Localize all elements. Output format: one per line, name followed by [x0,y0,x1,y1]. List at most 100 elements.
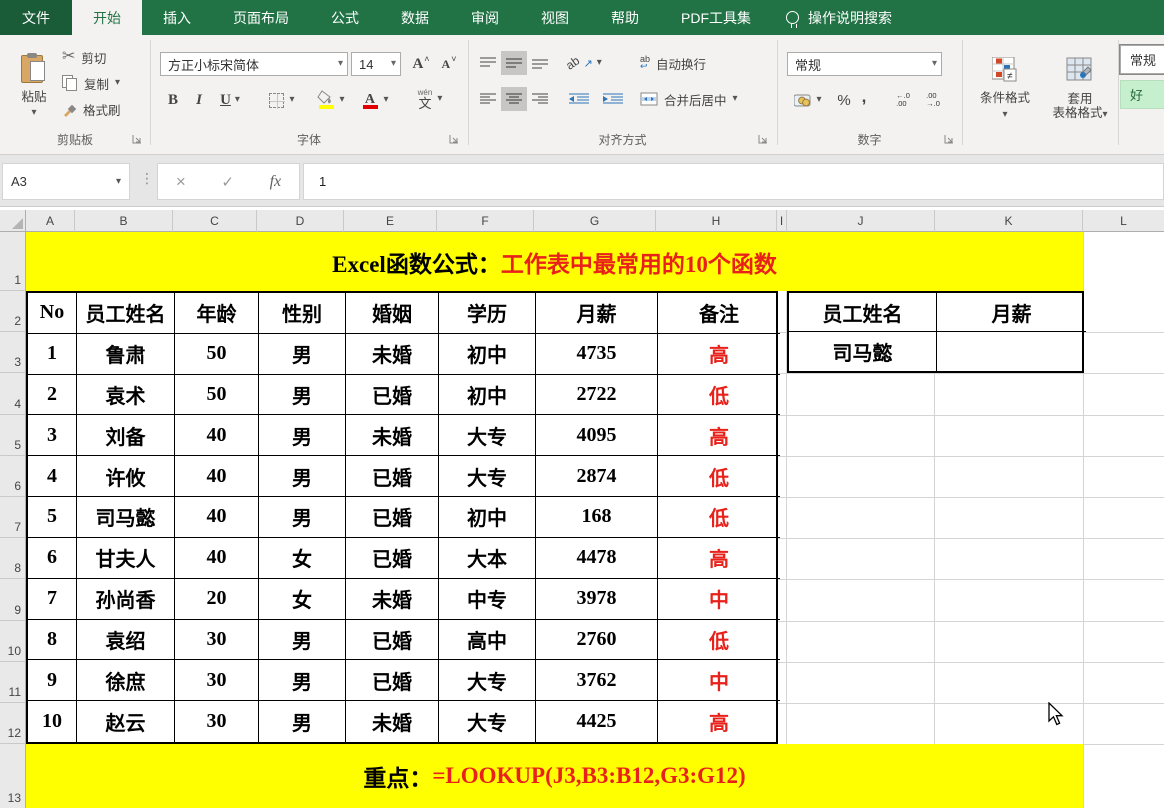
cell[interactable]: 女 [259,538,346,579]
tell-me-search[interactable]: 操作说明搜索 [786,0,892,35]
cell[interactable]: 男 [259,497,346,538]
cell[interactable]: 司马懿 [77,497,175,538]
cell[interactable]: 2 [28,375,77,416]
cell[interactable]: 大本 [439,538,536,579]
accounting-format-button[interactable]: ▾ [789,88,827,112]
copy-button[interactable]: 复制 ▾ [62,73,146,93]
align-bottom-button[interactable] [527,51,553,75]
cell[interactable]: 男 [259,415,346,456]
insert-function-icon[interactable]: fx [270,173,282,191]
cell[interactable]: 高 [658,334,780,375]
row-header-11[interactable]: 11 [0,662,26,703]
header-cell[interactable]: 学历 [439,293,536,334]
cell[interactable]: 高中 [439,620,536,661]
lookup-table[interactable]: 员工姓名 月薪 司马懿 [787,291,1084,373]
row-header-6[interactable]: 6 [0,456,26,497]
decrease-indent-button[interactable] [564,87,594,111]
tab-home[interactable]: 开始 [72,0,142,35]
cell[interactable]: 大专 [439,456,536,497]
font-color-button[interactable]: A ▾ [356,88,394,112]
cell[interactable]: 5 [28,497,77,538]
row-header-5[interactable]: 5 [0,415,26,456]
enter-icon[interactable]: ✓ [221,173,234,191]
header-cell[interactable]: 员工姓名 [77,293,175,334]
col-header-H[interactable]: H [656,210,777,232]
col-header-D[interactable]: D [257,210,344,232]
cell[interactable]: 50 [175,334,259,375]
row-header-13[interactable]: 13 [0,744,26,808]
cell[interactable]: 40 [175,456,259,497]
cell[interactable]: 20 [175,579,259,620]
cut-button[interactable]: ✂ 剪切 [62,47,140,67]
cell[interactable]: 鲁肃 [77,334,175,375]
col-header-L[interactable]: L [1083,210,1164,232]
alignment-dialog-launcher-icon[interactable] [758,134,770,146]
cell[interactable]: 9 [28,660,77,701]
cell-style-good[interactable]: 好 [1120,80,1164,109]
cell[interactable]: 已婚 [346,375,439,416]
font-dialog-launcher-icon[interactable] [449,134,461,146]
cell[interactable]: 中 [658,579,780,620]
number-format-combo[interactable]: 常规 ▾ [787,52,942,76]
cell[interactable]: 大专 [439,660,536,701]
increase-indent-button[interactable] [598,87,628,111]
cell[interactable]: 2760 [536,620,658,661]
cell[interactable]: 许攸 [77,456,175,497]
cell[interactable]: 4478 [536,538,658,579]
cell[interactable]: 30 [175,620,259,661]
cell-style-normal[interactable]: 常规 [1120,45,1164,74]
grow-font-button[interactable]: A˄ [408,52,434,76]
cell[interactable]: 未婚 [346,334,439,375]
comma-style-button[interactable]: , [855,85,873,109]
clipboard-dialog-launcher-icon[interactable] [132,134,144,146]
cell[interactable]: 初中 [439,334,536,375]
align-center-button[interactable] [501,87,527,111]
number-dialog-launcher-icon[interactable] [944,134,956,146]
cell[interactable]: 低 [658,497,780,538]
wrap-text-button[interactable]: ab↩ 自动换行 [640,51,750,75]
header-cell[interactable]: No [28,293,77,334]
merge-center-button[interactable]: 合并后居中 ▾ [640,87,772,111]
cell[interactable]: 3978 [536,579,658,620]
row-header-10[interactable]: 10 [0,621,26,662]
cell[interactable]: 8 [28,620,77,661]
cell[interactable]: 男 [259,456,346,497]
col-header-C[interactable]: C [173,210,257,232]
cell[interactable]: 大专 [439,701,536,742]
name-box[interactable]: A3 ▾ [2,163,130,200]
orientation-button[interactable]: ab ↗ ▾ [564,51,604,75]
cell[interactable]: 6 [28,538,77,579]
row-header-1[interactable]: 1 [0,232,26,291]
cell[interactable]: 大专 [439,415,536,456]
formula-banner[interactable]: 重点：=LOOKUP(J3,B3:B12,G3:G12) [26,744,1083,808]
phonetic-guide-button[interactable]: wén 文 ▾ [408,85,452,113]
tab-insert[interactable]: 插入 [142,0,212,35]
cell[interactable]: 未婚 [346,415,439,456]
cell[interactable]: 甘夫人 [77,538,175,579]
format-as-table-button[interactable]: 套用表格格式▾ [1044,43,1116,133]
underline-button[interactable]: U▾ [212,88,248,112]
tab-page-layout[interactable]: 页面布局 [212,0,310,35]
cell[interactable]: 已婚 [346,456,439,497]
cell[interactable]: 高 [658,538,780,579]
tab-file[interactable]: 文件 [0,0,72,35]
tab-view[interactable]: 视图 [520,0,590,35]
cell[interactable]: 7 [28,579,77,620]
format-painter-button[interactable]: 格式刷 [62,99,146,119]
cell[interactable]: 40 [175,497,259,538]
cell[interactable]: 4 [28,456,77,497]
lookup-result-cell[interactable] [937,332,1086,371]
cancel-icon[interactable]: × [176,172,186,192]
row-header-12[interactable]: 12 [0,703,26,744]
italic-button[interactable]: I [188,88,210,112]
lookup-header-cell[interactable]: 月薪 [937,293,1086,332]
cell[interactable]: 徐庶 [77,660,175,701]
lookup-name-cell[interactable]: 司马懿 [789,332,937,371]
col-header-I[interactable]: I [777,210,787,232]
cell[interactable]: 男 [259,620,346,661]
cell[interactable]: 未婚 [346,579,439,620]
decrease-decimal-button[interactable]: .00 →.0 [919,88,947,112]
row-header-9[interactable]: 9 [0,579,26,621]
cell[interactable]: 已婚 [346,660,439,701]
lookup-header-cell[interactable]: 员工姓名 [789,293,937,332]
